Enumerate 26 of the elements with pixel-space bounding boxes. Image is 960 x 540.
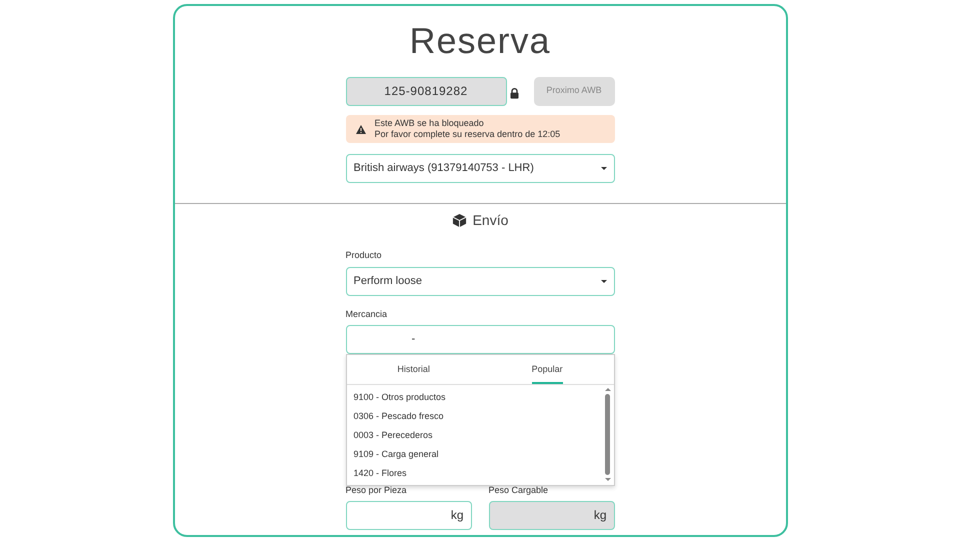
field-value: -	[412, 332, 416, 348]
caret-icon	[600, 280, 606, 282]
field-label: Producto	[346, 249, 383, 262]
unit-label: kg	[450, 508, 464, 522]
dropdown-option[interactable]: 1420 - Flores	[346, 464, 414, 483]
dropdown-tab[interactable]: Historial	[397, 355, 430, 382]
page-title: Reserva	[408, 23, 552, 59]
dropdown-option[interactable]: 0306 - Pescado fresco	[346, 407, 451, 426]
caret-icon	[600, 167, 606, 170]
dropdown-option[interactable]: 9109 - Carga general	[346, 445, 446, 464]
field-label: Peso por Pieza	[346, 484, 408, 497]
weight-field[interactable]: kg	[346, 500, 472, 530]
unit-label: kg	[594, 508, 606, 522]
warning-icon	[356, 124, 366, 134]
dropdown-option[interactable]: 0003 - Perecederos	[346, 426, 440, 445]
alert-text: Este AWB se ha bloqueado Por favor complete su reserva dentro de 12:05	[374, 118, 560, 140]
dropdown-tab[interactable]: Popular	[532, 355, 563, 384]
scrollbar[interactable]	[604, 388, 612, 483]
field-label: Peso Cargable	[488, 484, 550, 497]
dropdown-option[interactable]: 9100 - Otros productos	[346, 388, 453, 407]
commodity-field[interactable]: -	[346, 325, 614, 354]
field-label: Mercancia	[346, 308, 388, 320]
section-title: Envío	[472, 211, 508, 230]
airline-select[interactable]: British airways (91379140753 - LHR)	[346, 154, 614, 183]
box-icon	[452, 213, 467, 228]
product-select[interactable]: Perform loose	[346, 266, 614, 296]
